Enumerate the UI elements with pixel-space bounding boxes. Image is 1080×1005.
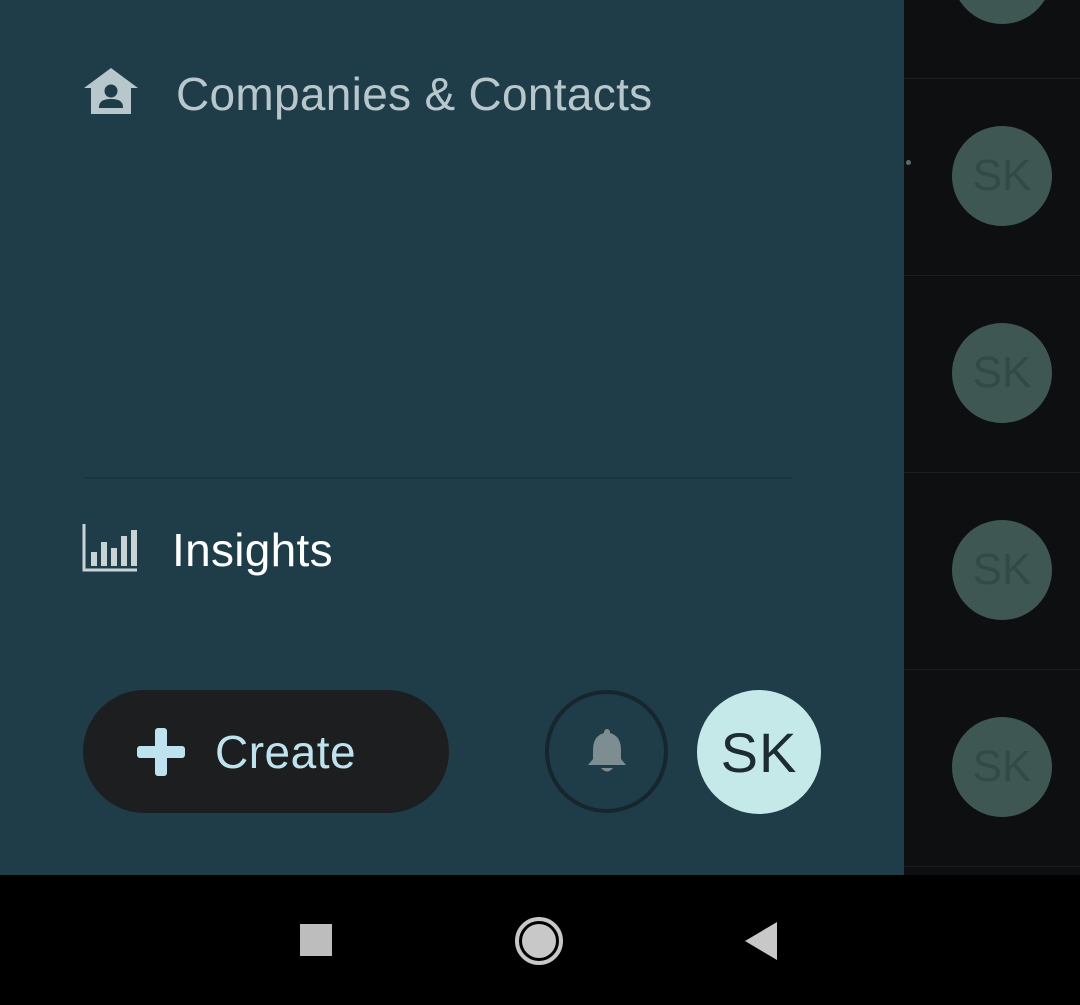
background-list: SK SK SK SK: [904, 0, 1080, 875]
navigation-drawer: Companies & Contacts Insights Create SK: [0, 0, 904, 875]
system-navigation-bar: [0, 875, 1080, 1005]
avatar: SK: [952, 717, 1052, 817]
create-button[interactable]: Create: [83, 690, 449, 813]
home-circle-icon[interactable]: [515, 917, 563, 965]
list-item: [904, 0, 1080, 79]
create-button-label: Create: [215, 725, 357, 778]
list-item: SK: [904, 276, 1080, 473]
list-item: SK: [904, 79, 1080, 276]
home-circle-inner: [522, 924, 556, 958]
divider: [84, 477, 792, 479]
nav-item-label: Companies & Contacts: [176, 67, 653, 120]
notifications-button[interactable]: [545, 690, 668, 813]
recents-square-icon[interactable]: [300, 924, 332, 956]
plus-icon: [137, 727, 185, 776]
nav-item-insights[interactable]: Insights: [82, 522, 333, 577]
user-avatar-button[interactable]: SK: [697, 690, 821, 814]
house-person-icon: [82, 66, 140, 121]
bar-chart-icon: [82, 522, 138, 577]
avatar: SK: [952, 520, 1052, 620]
avatar: [952, 0, 1052, 24]
avatar: SK: [952, 323, 1052, 423]
scroll-indicator: [906, 160, 911, 165]
avatar: SK: [952, 126, 1052, 226]
list-item: SK: [904, 473, 1080, 670]
list-item: SK: [904, 670, 1080, 867]
nav-item-companies-contacts[interactable]: Companies & Contacts: [82, 66, 652, 121]
bell-icon: [582, 725, 632, 778]
back-triangle-icon[interactable]: [745, 922, 777, 960]
nav-item-label: Insights: [172, 523, 333, 576]
